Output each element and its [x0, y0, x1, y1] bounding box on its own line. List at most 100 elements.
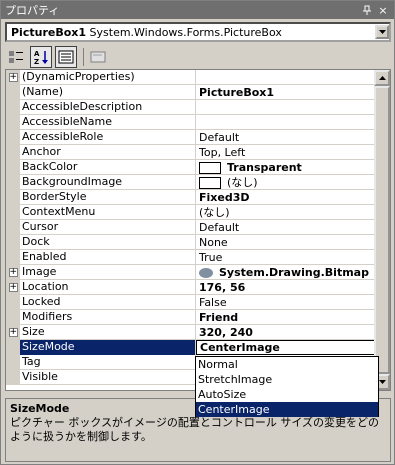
property-value-text: False — [199, 295, 227, 309]
property-name: Modifiers — [20, 310, 196, 325]
property-row[interactable]: + (DynamicProperties) — [6, 70, 376, 85]
expand-icon[interactable]: + — [8, 283, 18, 292]
property-row[interactable]: Anchor Top, Left — [6, 145, 376, 160]
property-value[interactable]: Fixed3D — [196, 190, 376, 205]
property-value[interactable]: 320, 240 — [196, 325, 376, 340]
property-row[interactable]: Modifiers Friend — [6, 310, 376, 325]
property-row[interactable]: + Location 176, 56 — [6, 280, 376, 295]
property-name: SizeMode — [20, 340, 196, 355]
property-row[interactable]: Cursor Default — [6, 220, 376, 235]
categorized-button[interactable] — [5, 46, 27, 68]
scroll-up-button[interactable] — [374, 70, 390, 86]
row-gutter — [6, 115, 20, 130]
row-gutter — [6, 85, 20, 100]
property-name: (Name) — [20, 85, 196, 100]
color-swatch — [199, 176, 221, 189]
property-row[interactable]: ContextMenu (なし) — [6, 205, 376, 220]
property-value-text: 176, 56 — [199, 280, 246, 294]
property-row[interactable]: SizeMode CenterImage — [6, 340, 390, 355]
title-bar: プロパティ × — [1, 1, 394, 19]
object-selector-dropdown-button[interactable] — [375, 25, 389, 39]
row-gutter: + — [6, 265, 20, 280]
properties-icon — [58, 50, 74, 64]
row-gutter — [6, 340, 20, 355]
row-gutter — [6, 370, 20, 385]
property-row[interactable]: BackColor Transparent — [6, 160, 376, 175]
expand-icon[interactable]: + — [8, 268, 18, 277]
property-value[interactable] — [196, 70, 376, 85]
property-value[interactable]: Default — [196, 130, 376, 145]
toolbar-separator — [83, 48, 84, 66]
property-row[interactable]: BackgroundImage (なし) — [6, 175, 376, 190]
property-row[interactable]: + Size 320, 240 — [6, 325, 376, 340]
property-value-text: System.Drawing.Bitmap — [219, 265, 369, 279]
property-pages-icon — [90, 51, 106, 63]
property-name: Locked — [20, 295, 196, 310]
property-value[interactable]: Default — [196, 220, 376, 235]
window-title: プロパティ — [5, 4, 60, 17]
row-gutter: + — [6, 325, 20, 340]
vertical-scrollbar[interactable] — [374, 70, 390, 390]
property-name: Tag — [20, 355, 196, 370]
sizemode-option[interactable]: Normal — [196, 357, 378, 372]
property-name: BorderStyle — [20, 190, 196, 205]
row-gutter — [6, 250, 20, 265]
property-row[interactable]: BorderStyle Fixed3D — [6, 190, 376, 205]
chevron-up-icon — [378, 76, 386, 80]
color-swatch — [199, 161, 221, 174]
row-gutter — [6, 205, 20, 220]
property-value[interactable]: False — [196, 295, 376, 310]
property-value[interactable]: PictureBox1 — [196, 85, 376, 100]
row-gutter: + — [6, 280, 20, 295]
pin-icon[interactable] — [360, 3, 374, 17]
property-value[interactable]: Top, Left — [196, 145, 376, 160]
property-value[interactable]: System.Drawing.Bitmap — [196, 265, 376, 280]
property-value[interactable] — [196, 100, 376, 115]
property-row[interactable]: AccessibleDescription — [6, 100, 376, 115]
property-name: AccessibleName — [20, 115, 196, 130]
scroll-thumb[interactable] — [374, 86, 390, 374]
alphabetical-icon: A Z — [34, 50, 48, 65]
row-gutter — [6, 100, 20, 115]
sizemode-option[interactable]: AutoSize — [196, 387, 378, 402]
property-value[interactable]: Friend — [196, 310, 376, 325]
object-selector[interactable]: PictureBox1 System.Windows.Forms.Picture… — [5, 22, 391, 42]
property-value-text: Fixed3D — [199, 190, 250, 204]
property-value[interactable]: CenterImage — [196, 340, 390, 355]
chevron-down-icon — [378, 30, 386, 34]
property-value[interactable]: (なし) — [196, 205, 376, 220]
property-value[interactable]: Transparent — [196, 160, 376, 175]
property-value[interactable] — [196, 115, 376, 130]
property-row[interactable]: Dock None — [6, 235, 376, 250]
property-row[interactable]: Locked False — [6, 295, 376, 310]
property-row[interactable]: AccessibleRole Default — [6, 130, 376, 145]
sizemode-dropdown-list[interactable]: Normal StretchImage AutoSize CenterImage — [195, 356, 379, 417]
property-name: BackgroundImage — [20, 175, 196, 190]
property-value[interactable]: True — [196, 250, 376, 265]
property-value[interactable]: None — [196, 235, 376, 250]
property-name: AccessibleRole — [20, 130, 196, 145]
toolbar: A Z — [5, 45, 112, 69]
row-gutter — [6, 235, 20, 250]
properties-window: プロパティ × PictureBox1 System.Windows.Forms… — [0, 0, 395, 465]
close-icon[interactable]: × — [376, 3, 390, 17]
sizemode-option[interactable]: StretchImage — [196, 372, 378, 387]
row-gutter — [6, 160, 20, 175]
property-pages-button[interactable] — [87, 46, 109, 68]
property-row[interactable]: Enabled True — [6, 250, 376, 265]
property-value-text: Default — [199, 130, 240, 144]
sizemode-option[interactable]: CenterImage — [196, 402, 378, 417]
expand-icon[interactable]: + — [8, 73, 18, 82]
property-value[interactable]: 176, 56 — [196, 280, 376, 295]
alphabetical-button[interactable]: A Z — [30, 46, 52, 68]
properties-button[interactable] — [55, 46, 77, 68]
property-row[interactable]: AccessibleName — [6, 115, 376, 130]
property-row[interactable]: + Image System.Drawing.Bitmap — [6, 265, 376, 280]
property-grid: + (DynamicProperties) (Name) PictureBox1 Acc… — [5, 69, 391, 391]
property-row[interactable]: (Name) PictureBox1 — [6, 85, 376, 100]
expand-icon[interactable]: + — [8, 328, 18, 337]
property-name: ContextMenu — [20, 205, 196, 220]
property-name: Cursor — [20, 220, 196, 235]
row-gutter: + — [6, 70, 20, 85]
property-value[interactable]: (なし) — [196, 175, 376, 190]
